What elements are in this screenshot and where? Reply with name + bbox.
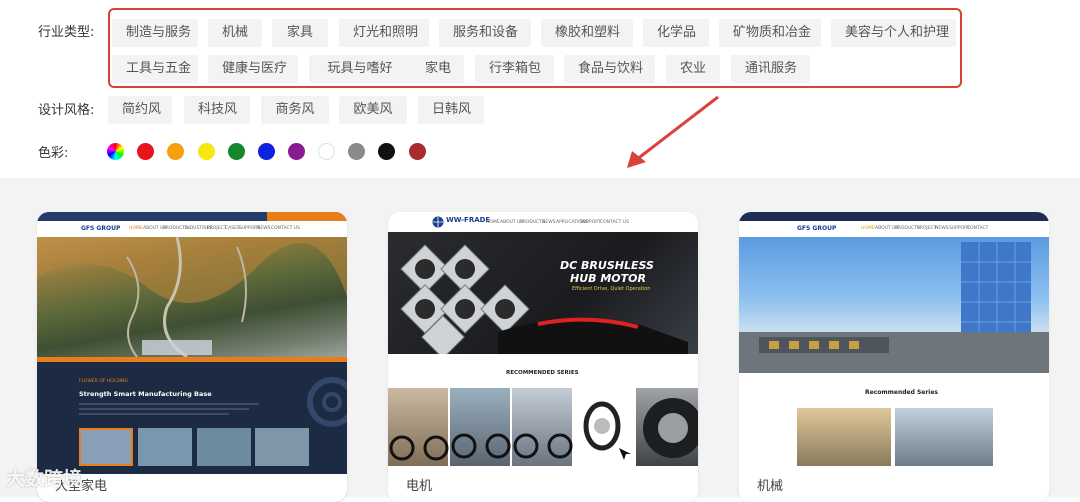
card-hero-image: DC BRUSHLESS HUB MOTOR Efficient Drive, … xyxy=(388,232,698,354)
nav-news: NEWS xyxy=(257,226,271,231)
tag-health-medical[interactable]: 健康与医疗 xyxy=(208,55,298,83)
nav-contact: CONTACT xyxy=(967,226,988,231)
tag-machinery[interactable]: 机械 xyxy=(208,19,262,47)
color-swatch-black[interactable] xyxy=(378,143,395,160)
product-images-row xyxy=(388,388,698,466)
card-caption: 机械 xyxy=(757,475,783,494)
nav-cases: CASES xyxy=(225,226,240,231)
gear-icon xyxy=(292,362,347,432)
product-images-row xyxy=(797,408,993,466)
tag-style-tech[interactable]: 科技风 xyxy=(184,96,250,124)
card-topbar xyxy=(739,212,1049,221)
section-title: Recommended Series xyxy=(865,389,938,396)
color-swatch-white[interactable] xyxy=(318,143,335,160)
tag-rubber-plastic[interactable]: 橡胶和塑料 xyxy=(541,19,633,47)
card-topbar xyxy=(37,212,347,221)
filter-panel: 行业类型: 制造与服务 机械 家具 灯光和照明 服务和设备 橡胶和塑料 化学品 … xyxy=(0,0,1080,178)
nav-project: PROJECT xyxy=(917,226,936,231)
color-swatch-gray[interactable] xyxy=(348,143,365,160)
tag-style-business[interactable]: 商务风 xyxy=(261,96,329,124)
hero-title-line2: HUB MOTOR xyxy=(570,272,646,285)
tag-beauty-personal-care[interactable]: 美容与个人和护理 xyxy=(831,19,956,47)
card-hero-image xyxy=(739,237,1049,373)
hero-title-line1: DC BRUSHLESS xyxy=(560,259,654,272)
template-card-appliances[interactable]: GFS GROUP HOME ABOUT US PRODUCTS INDUSTR… xyxy=(37,212,347,502)
color-swatch-purple[interactable] xyxy=(288,143,305,160)
design-style-label: 设计风格: xyxy=(38,99,94,118)
tag-style-japanese-korean[interactable]: 日韩风 xyxy=(418,96,484,124)
nav-contact: CONTACT US xyxy=(600,220,629,225)
tag-style-minimal[interactable]: 简约风 xyxy=(108,96,172,124)
card-logo: GFS GROUP xyxy=(797,225,836,232)
nav-home: HOME xyxy=(861,226,875,231)
tag-luggage-bags[interactable]: 行李箱包 xyxy=(475,55,554,83)
nav-support: SUPPORT xyxy=(580,220,601,225)
tag-toys-hobbies[interactable]: 玩具与嗜好 xyxy=(309,55,411,83)
color-swatch-dark-red[interactable] xyxy=(409,143,426,160)
nav-news: NEWS xyxy=(935,226,949,231)
tag-appliances[interactable]: 家电 xyxy=(411,55,464,83)
tag-chemicals[interactable]: 化学品 xyxy=(643,19,709,47)
tag-manufacturing-service[interactable]: 制造与服务 xyxy=(112,19,198,47)
tag-agriculture[interactable]: 农业 xyxy=(666,55,720,83)
card-navbar: GFS GROUP HOME ABOUT US PRODUCTS PROJECT… xyxy=(739,221,1049,237)
industry-type-label: 行业类型: xyxy=(38,21,94,40)
nav-home: HOME xyxy=(486,220,500,225)
color-swatch-blue[interactable] xyxy=(258,143,275,160)
globe-logo-icon xyxy=(432,216,444,228)
card-hero-image xyxy=(37,237,347,357)
card-caption: 电机 xyxy=(406,475,432,494)
nav-contact: CONTACT US xyxy=(271,226,300,231)
tag-style-western[interactable]: 欧美风 xyxy=(339,96,407,124)
tag-service-equipment[interactable]: 服务和设备 xyxy=(439,19,531,47)
template-gallery: GFS GROUP HOME ABOUT US PRODUCTS INDUSTR… xyxy=(0,178,1080,497)
tag-furniture[interactable]: 家具 xyxy=(272,19,328,47)
template-card-motor[interactable]: WW-FRADE HOME ABOUT US PRODUCTS NEWS APP… xyxy=(388,212,698,502)
tag-food-beverage[interactable]: 食品与饮料 xyxy=(564,55,655,83)
tag-tools-hardware[interactable]: 工具与五金 xyxy=(112,55,198,83)
nav-home: HOME xyxy=(129,226,143,231)
template-card-machinery[interactable]: GFS GROUP HOME ABOUT US PRODUCTS PROJECT… xyxy=(739,212,1049,502)
color-swatch-orange[interactable] xyxy=(167,143,184,160)
section-kicker: FLOWER OF HOLDING xyxy=(79,379,128,384)
color-swatch-multicolor[interactable] xyxy=(107,143,124,160)
color-label: 色彩: xyxy=(38,142,68,161)
nav-news: NEWS xyxy=(542,220,556,225)
color-swatch-yellow[interactable] xyxy=(198,143,215,160)
card-logo: WW-FRADE xyxy=(446,216,490,224)
color-swatch-green[interactable] xyxy=(228,143,245,160)
card-logo: GFS GROUP xyxy=(81,225,120,232)
tag-minerals-metallurgy[interactable]: 矿物质和冶金 xyxy=(719,19,821,47)
card-navbar: WW-FRADE HOME ABOUT US PRODUCTS NEWS APP… xyxy=(388,212,698,232)
section-title: Strength Smart Manufacturing Base xyxy=(79,390,212,398)
section-title: RECOMMENDED SERIES xyxy=(506,370,579,376)
card-navbar: GFS GROUP HOME ABOUT US PRODUCTS INDUSTR… xyxy=(37,221,347,237)
watermark: 大数跨境 xyxy=(6,464,82,491)
nav-project: PROJECT xyxy=(207,226,226,231)
hero-subtitle: Efficient Drive, Quiet Operation xyxy=(572,286,650,292)
tag-lighting[interactable]: 灯光和照明 xyxy=(339,19,429,47)
tag-communication-services[interactable]: 通讯服务 xyxy=(731,55,810,83)
color-swatch-red[interactable] xyxy=(137,143,154,160)
